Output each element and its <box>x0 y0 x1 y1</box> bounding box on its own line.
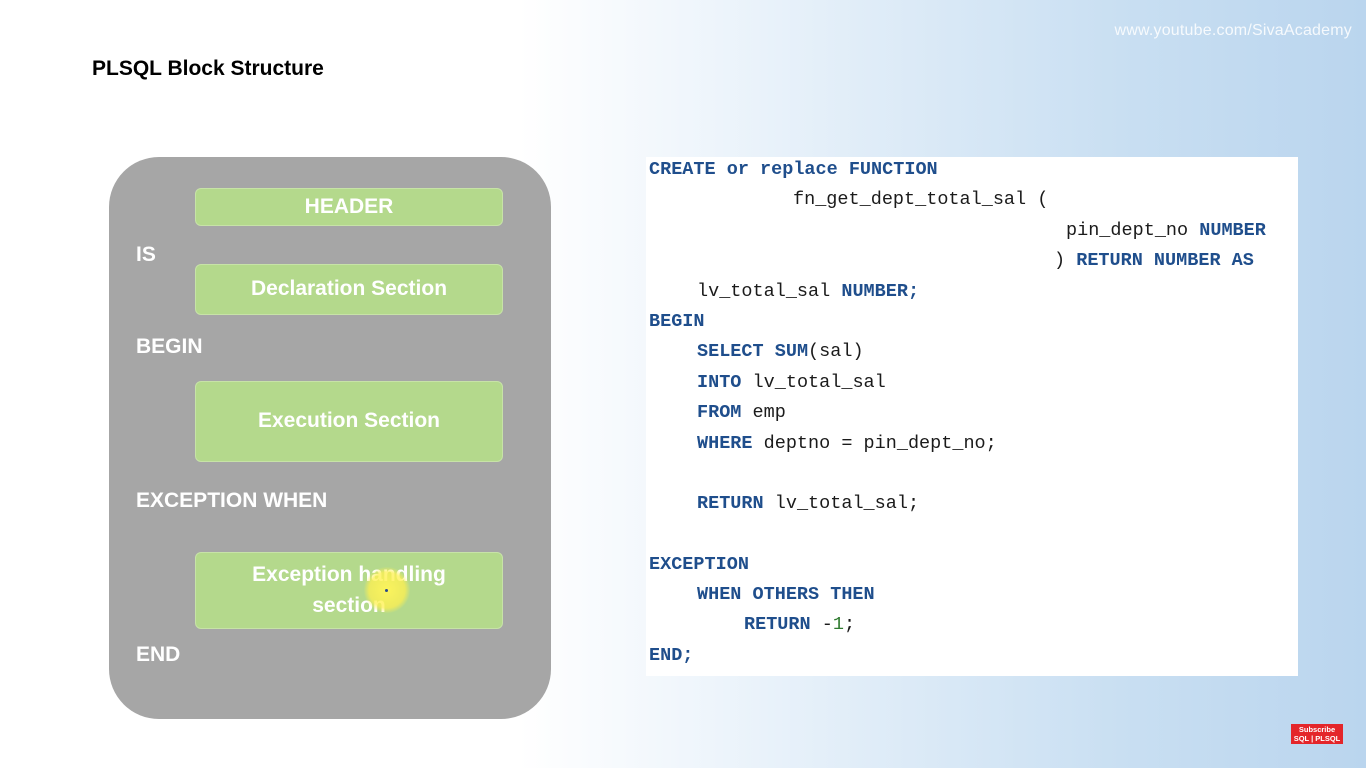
code-line-4: ) RETURN NUMBER AS <box>1054 250 1254 271</box>
exception-handling-section-box: Exception handling section <box>195 552 503 629</box>
code-line-10: WHERE deptno = pin_dept_no; <box>697 433 997 454</box>
sum-argument: (sal) <box>808 341 864 362</box>
param-name: pin_dept_no <box>1066 220 1189 241</box>
pointer-highlight-icon <box>364 567 410 613</box>
sum-keyword: SUM <box>774 341 809 362</box>
param-type: NUMBER <box>1199 220 1266 241</box>
when-others-keywords: WHEN OTHERS THEN <box>697 584 875 605</box>
from-keyword: FROM <box>697 402 742 423</box>
code-line-7: SELECT SUM(sal) <box>697 341 864 362</box>
is-keyword: IS <box>136 243 156 266</box>
code-line-1: CREATE or replace FUNCTION <box>649 159 938 180</box>
declaration-section-box: Declaration Section <box>195 264 503 315</box>
return-value: lv_total_sal; <box>774 493 920 514</box>
code-line-14: RETURN -1; <box>744 614 855 635</box>
code-line-5: lv_total_sal NUMBER; <box>697 281 919 302</box>
minus-sign: - <box>821 614 833 635</box>
code-line-2: fn_get_dept_total_sal ( <box>793 189 1048 210</box>
create-function-keywords: CREATE or replace FUNCTION <box>649 159 938 180</box>
into-keyword: INTO <box>697 372 742 393</box>
variable-type: NUMBER; <box>841 281 920 302</box>
code-line-9: FROM emp <box>697 402 786 423</box>
code-line-6: BEGIN <box>649 311 705 332</box>
variable-name: lv_total_sal <box>697 281 831 302</box>
code-line-15: END; <box>649 645 693 666</box>
exception-code-keyword: EXCEPTION <box>649 554 749 575</box>
code-line-3: pin_dept_no NUMBER <box>1066 220 1266 241</box>
select-keyword: SELECT <box>697 341 764 362</box>
end-code-keyword: END; <box>649 645 694 666</box>
semicolon: ; <box>843 614 856 635</box>
channel-watermark: www.youtube.com/SivaAcademy <box>1114 22 1352 39</box>
return-type-clause: RETURN NUMBER AS <box>1076 250 1254 271</box>
begin-code-keyword: BEGIN <box>649 311 705 332</box>
close-paren: ) <box>1054 250 1066 271</box>
subscribe-badge[interactable]: Subscribe SQL | PLSQL <box>1291 724 1343 744</box>
subscribe-channel-label: SQL | PLSQL <box>1293 734 1341 743</box>
subscribe-label: Subscribe <box>1298 725 1336 734</box>
function-name: fn_get_dept_total_sal ( <box>793 189 1049 210</box>
exception-when-keyword: EXCEPTION WHEN <box>136 489 328 512</box>
exception-handling-label-line1: Exception handling <box>252 563 446 587</box>
code-line-11: RETURN lv_total_sal; <box>697 493 919 514</box>
plsql-code-panel: CREATE or replace FUNCTION fn_get_dept_t… <box>646 157 1298 676</box>
where-keyword: WHERE <box>697 433 753 454</box>
where-condition: deptno = pin_dept_no; <box>763 433 997 454</box>
into-target: lv_total_sal <box>752 372 886 393</box>
exception-return-keyword: RETURN <box>744 614 811 635</box>
code-line-8: INTO lv_total_sal <box>697 372 886 393</box>
execution-section-box: Execution Section <box>195 381 503 462</box>
return-keyword: RETURN <box>697 493 764 514</box>
slide-title: PLSQL Block Structure <box>92 57 324 80</box>
return-number: 1 <box>832 614 844 635</box>
end-keyword: END <box>136 643 181 666</box>
begin-keyword: BEGIN <box>136 335 203 358</box>
block-structure-diagram: HEADER IS Declaration Section BEGIN Exec… <box>109 157 551 719</box>
code-line-12: EXCEPTION <box>649 554 749 575</box>
code-line-13: WHEN OTHERS THEN <box>697 584 875 605</box>
from-table: emp <box>752 402 786 423</box>
header-box: HEADER <box>195 188 503 226</box>
